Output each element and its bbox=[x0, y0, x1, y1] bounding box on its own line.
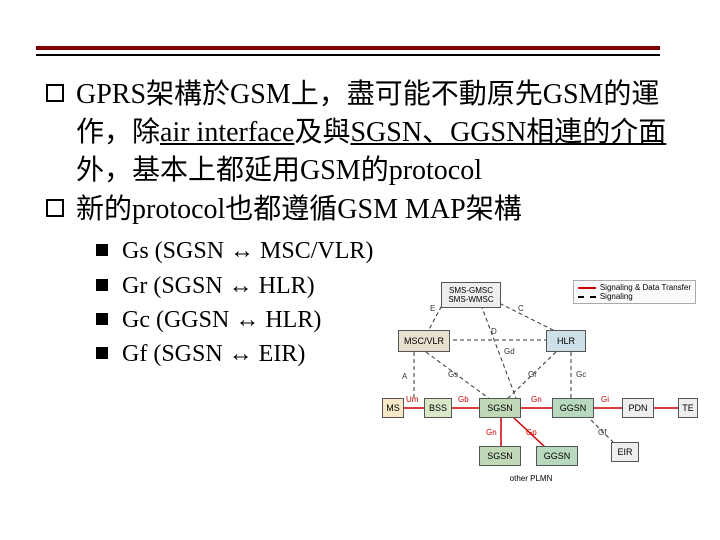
label-A: A bbox=[402, 372, 407, 381]
label-C: C bbox=[518, 304, 524, 313]
label-Um: Um bbox=[406, 395, 418, 404]
label-E: E bbox=[430, 304, 435, 313]
node-sms: SMS-GMSC SMS-WMSC bbox=[441, 282, 501, 308]
top-rule-red bbox=[36, 46, 660, 50]
underline-air-interface: air interface bbox=[160, 117, 294, 148]
node-pdn: PDN bbox=[622, 398, 654, 418]
node-hlr: HLR bbox=[546, 330, 586, 352]
label-Gi: Gi bbox=[601, 395, 609, 404]
top-rule-black bbox=[36, 54, 660, 56]
label-Gd: Gd bbox=[504, 347, 515, 356]
node-sgsn-2: SGSN bbox=[479, 446, 521, 466]
bullet-2-text: 新的protocol也都遵循GSM MAP架構 bbox=[76, 191, 522, 229]
node-sgsn: SGSN bbox=[479, 398, 521, 418]
filled-square-bullet bbox=[96, 347, 108, 359]
filled-square-bullet bbox=[96, 244, 108, 256]
node-eir: EIR bbox=[611, 442, 639, 462]
sub-bullet-3-text: Gc (GGSN ↔ HLR) bbox=[122, 304, 321, 336]
sub-bullet-1-text: Gs (SGSN ↔ MSC/VLR) bbox=[122, 235, 373, 267]
filled-square-bullet bbox=[96, 313, 108, 325]
label-Gs: Gs bbox=[448, 370, 458, 379]
open-square-bullet bbox=[46, 84, 64, 102]
label-Gf: Gf bbox=[598, 428, 606, 437]
filled-square-bullet bbox=[96, 279, 108, 291]
node-bss: BSS bbox=[424, 398, 452, 418]
bullet-2: 新的protocol也都遵循GSM MAP架構 bbox=[46, 191, 700, 229]
label-Gc: Gc bbox=[576, 370, 586, 379]
plmn-label: other PLMN bbox=[496, 472, 566, 484]
bullet-1: GPRS架構於GSM上，盡可能不動原先GSM的運作，除air interface… bbox=[46, 76, 700, 189]
text: 外，基本上都延用GSM的protocol bbox=[76, 155, 482, 186]
label-Gb: Gb bbox=[458, 395, 469, 404]
node-sms-gmsc: SMS-GMSC bbox=[449, 286, 493, 295]
node-ggsn: GGSN bbox=[552, 398, 594, 418]
sub-bullet-2-text: Gr (SGSN ↔ HLR) bbox=[122, 270, 315, 302]
label-D: D bbox=[491, 327, 497, 336]
bullet-1-text: GPRS架構於GSM上，盡可能不動原先GSM的運作，除air interface… bbox=[76, 76, 700, 189]
label-Gp: Gp bbox=[526, 428, 537, 437]
label-Gn2: Gn bbox=[486, 428, 497, 437]
sub-bullet-1: Gs (SGSN ↔ MSC/VLR) bbox=[96, 235, 700, 267]
node-msc-vlr: MSC/VLR bbox=[398, 330, 450, 352]
node-ms: MS bbox=[382, 398, 404, 418]
text: 及與 bbox=[294, 117, 350, 148]
node-te: TE bbox=[678, 398, 698, 418]
open-square-bullet bbox=[46, 199, 64, 217]
node-sms-wmsc: SMS-WMSC bbox=[448, 295, 493, 304]
label-Gr: Gr bbox=[528, 370, 537, 379]
gprs-architecture-diagram: Signaling & Data Transfer Signaling bbox=[386, 280, 696, 490]
node-ggsn-2: GGSN bbox=[536, 446, 578, 466]
label-Gn: Gn bbox=[531, 395, 542, 404]
underline-sgsn-ggsn: SGSN、GGSN相連的介面 bbox=[350, 117, 666, 148]
sub-bullet-4-text: Gf (SGSN ↔ EIR) bbox=[122, 338, 305, 370]
